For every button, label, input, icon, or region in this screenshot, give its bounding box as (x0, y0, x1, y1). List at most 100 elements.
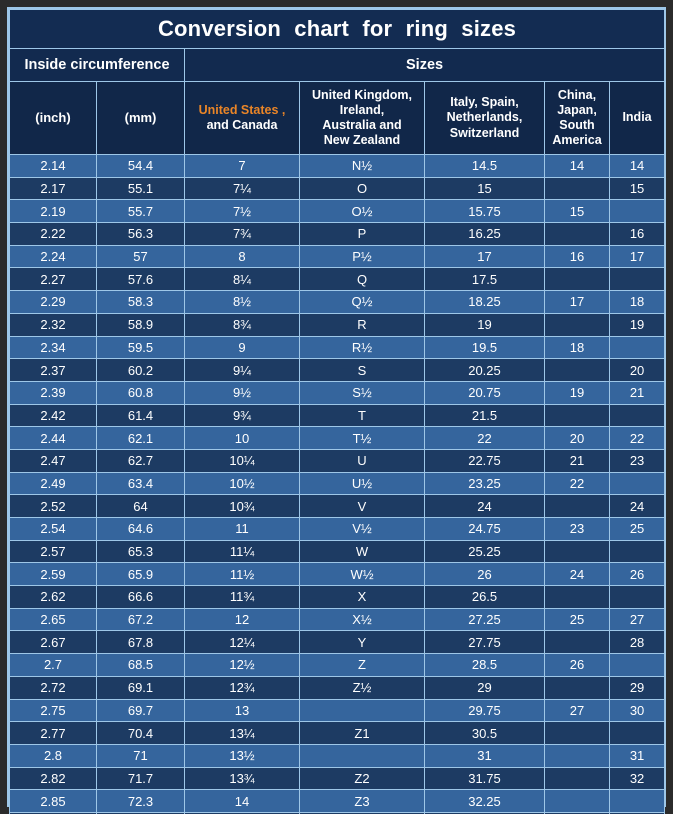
table-row: 2.67 67.8 12¼ Y 27.75 28 (9, 630, 666, 655)
cell-mm: 59.5 (96, 335, 185, 360)
table-row: 2.22 56.3 7¾ P 16.25 16 (9, 222, 666, 246)
cell-us: 10¾ (184, 494, 300, 518)
table-row: 2.32 58.9 8¾ R 19 19 (9, 312, 666, 337)
cell-india (608, 539, 666, 564)
cell-inch: 2.47 (9, 448, 97, 473)
cell-india (608, 721, 666, 745)
cell-uk: T (299, 403, 425, 428)
cell-italy: 23.25 (424, 471, 545, 496)
table-row: 2.34 59.5 9 R½ 19.5 18 (9, 335, 666, 360)
cell-uk: O (299, 176, 425, 201)
cell-uk: Q (299, 267, 425, 292)
cell-us: 7 (184, 154, 300, 178)
cell-italy: 18.25 (424, 290, 545, 314)
cell-us: 9½ (184, 380, 300, 405)
cell-inch: 2.72 (9, 675, 97, 700)
cell-inch: 2.29 (9, 290, 97, 314)
cell-uk: Z (299, 653, 425, 677)
table-row: 2.8 71 13½ 31 31 (9, 743, 666, 768)
cell-mm: 64 (96, 494, 185, 518)
cell-china (544, 675, 610, 700)
column-header-united-states: United States , and Canada (184, 81, 300, 155)
cell-india: 22 (608, 426, 666, 450)
cell-mm: 65.3 (96, 539, 185, 564)
cell-us: 13 (184, 698, 300, 723)
cell-us: 8¾ (184, 312, 300, 337)
cell-inch: 2.24 (9, 244, 97, 269)
cell-italy: 20.25 (424, 358, 545, 382)
cell-inch: 2.7 (9, 653, 97, 677)
cell-italy: 28.5 (424, 653, 545, 677)
cell-china (544, 403, 610, 428)
table-header: Conversion chart for ring sizes Inside c… (8, 9, 666, 155)
cell-us: 11½ (184, 562, 300, 587)
cell-mm: 55.1 (96, 176, 185, 201)
page-title: Conversion chart for ring sizes (157, 16, 517, 41)
cell-uk: X½ (299, 607, 425, 632)
cell-uk: S½ (299, 380, 425, 405)
column-header-italy-spain: Italy, Spain, Netherlands, Switzerland (424, 81, 545, 155)
cell-italy: 31 (424, 743, 545, 768)
cell-inch: 2.42 (9, 403, 97, 428)
cell-us: 12 (184, 607, 300, 632)
cell-china (544, 630, 610, 655)
cell-india (608, 653, 666, 677)
cell-inch: 2.59 (9, 562, 97, 587)
title-row: Conversion chart for ring sizes (8, 9, 666, 49)
cell-mm: 69.7 (96, 698, 185, 723)
cell-us: 9 (184, 335, 300, 360)
cell-india: 25 (608, 517, 666, 541)
cell-inch: 2.32 (9, 312, 97, 337)
cell-india: 14 (608, 154, 666, 178)
cell-uk: P½ (299, 244, 425, 269)
cell-india (608, 471, 666, 496)
cell-us: 14 (184, 789, 300, 813)
cell-uk: V (299, 494, 425, 518)
table-row: 2.62 66.6 11¾ X 26.5 (9, 585, 666, 609)
table-row: 2.24 57 8 P½ 17 16 17 (9, 244, 666, 269)
cell-italy: 29.75 (424, 698, 545, 723)
cell-italy: 25.25 (424, 539, 545, 564)
cell-us: 12¾ (184, 675, 300, 700)
cell-inch: 2.14 (9, 154, 97, 178)
cell-us: 8¼ (184, 267, 300, 292)
cell-uk: R½ (299, 335, 425, 360)
cell-inch: 2.34 (9, 335, 97, 360)
cell-italy: 17.5 (424, 267, 545, 292)
cell-china (544, 743, 610, 768)
cell-mm: 71.7 (96, 766, 185, 791)
cell-china: 19 (544, 380, 610, 405)
cell-us: 12½ (184, 653, 300, 677)
cell-italy: 19 (424, 312, 545, 337)
cell-uk: S (299, 358, 425, 382)
cell-uk: U½ (299, 471, 425, 496)
cell-inch: 2.52 (9, 494, 97, 518)
group-header-inside-circumference: Inside circumference (9, 48, 185, 82)
cell-italy: 15.75 (424, 199, 545, 224)
table-row: 2.29 58.3 8½ Q½ 18.25 17 18 (9, 290, 666, 314)
cell-italy: 24.75 (424, 517, 545, 541)
table-row: 2.37 60.2 9¼ S 20.25 20 (9, 358, 666, 382)
cell-mm: 65.9 (96, 562, 185, 587)
cell-india: 16 (608, 222, 666, 246)
cell-italy: 31.75 (424, 766, 545, 791)
cell-mm: 58.3 (96, 290, 185, 314)
cell-china: 23 (544, 517, 610, 541)
cell-india: 31 (608, 743, 666, 768)
cell-china (544, 539, 610, 564)
cell-china: 14 (544, 154, 610, 178)
cell-mm: 70.4 (96, 721, 185, 745)
cell-india (608, 789, 666, 813)
cell-inch: 2.8 (9, 743, 97, 768)
cell-italy: 19.5 (424, 335, 545, 360)
cell-china (544, 585, 610, 609)
cell-india: 23 (608, 448, 666, 473)
cell-china: 20 (544, 426, 610, 450)
ring-size-conversion-table: Conversion chart for ring sizes Inside c… (8, 9, 666, 814)
cell-mm: 69.1 (96, 675, 185, 700)
cell-india: 32 (608, 766, 666, 791)
cell-india: 17 (608, 244, 666, 269)
cell-italy: 30.5 (424, 721, 545, 745)
table-row: 2.19 55.7 7½ O½ 15.75 15 (9, 199, 666, 224)
cell-us: 11¼ (184, 539, 300, 564)
